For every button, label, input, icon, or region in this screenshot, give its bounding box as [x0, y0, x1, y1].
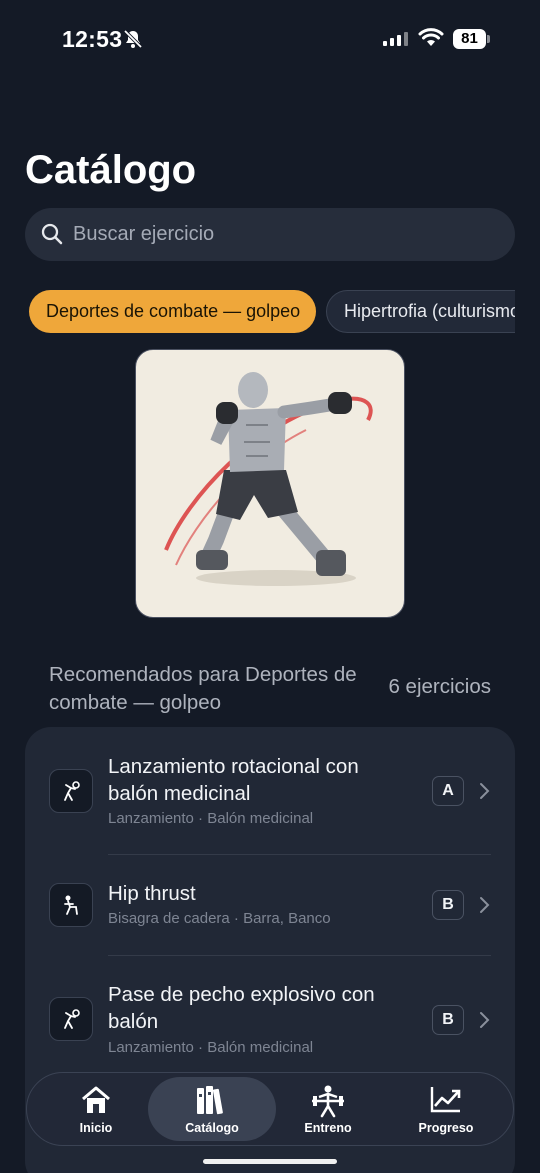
- chevron-right-icon: [478, 782, 490, 805]
- difficulty-badge: B: [432, 890, 464, 920]
- cellular-signal-icon: [383, 32, 408, 46]
- battery-indicator: 81: [453, 29, 490, 49]
- progress-icon: [430, 1087, 461, 1113]
- home-icon: [82, 1086, 110, 1113]
- bell-muted-icon: [123, 29, 143, 54]
- home-indicator[interactable]: [203, 1159, 337, 1164]
- tab-label: Entreno: [304, 1121, 352, 1135]
- exercise-row[interactable]: Pase de pecho explosivo con balón Lanzam…: [25, 956, 515, 1066]
- difficulty-badge: A: [432, 776, 464, 806]
- status-time: 12:53: [62, 26, 123, 52]
- exercise-subtitle: Lanzamiento · Balón medicinal: [108, 810, 314, 827]
- exercise-title: Hip thrust: [108, 882, 196, 905]
- throw-icon: [49, 997, 93, 1041]
- exercise-subtitle: Bisagra de cadera · Barra, Banco: [108, 910, 331, 927]
- category-illustration: [135, 349, 405, 618]
- battery-level: 81: [453, 29, 486, 49]
- exercise-subtitle: Lanzamiento · Balón medicinal: [108, 1039, 314, 1056]
- category-chips: Deportes de combate — golpeo Hipertrofia…: [29, 290, 515, 334]
- workout-icon: [312, 1085, 344, 1118]
- search-input[interactable]: [73, 208, 493, 261]
- tab-entreno[interactable]: Entreno: [273, 1073, 383, 1145]
- category-chip-combat[interactable]: Deportes de combate — golpeo: [29, 290, 316, 333]
- tab-bar: Inicio Catálogo Entreno Progreso: [26, 1072, 514, 1146]
- exercise-row[interactable]: Hip thrust Bisagra de cadera · Barra, Ba…: [25, 855, 515, 955]
- battery-tip: [487, 35, 490, 43]
- search-icon: [41, 223, 63, 250]
- difficulty-badge: B: [432, 1005, 464, 1035]
- exercise-row[interactable]: Lanzamiento rotacional con balón medicin…: [25, 727, 515, 854]
- page-title: Catálogo: [25, 148, 197, 192]
- exercise-title: Lanzamiento rotacional con balón medicin…: [108, 755, 359, 805]
- section-title: Recomendados para Deportes de combate — …: [49, 663, 357, 714]
- exercise-title: Pase de pecho explosivo con balón: [108, 983, 375, 1033]
- wifi-icon: [418, 28, 444, 53]
- tab-label: Catálogo: [185, 1121, 239, 1135]
- search-bar[interactable]: [25, 208, 515, 261]
- tab-progreso[interactable]: Progreso: [391, 1073, 501, 1145]
- category-chip-hypertrophy[interactable]: Hipertrofia (culturismo): [326, 290, 515, 333]
- status-bar: 12:53 81: [0, 0, 540, 80]
- tab-label: Progreso: [418, 1121, 474, 1135]
- tab-catalogo[interactable]: Catálogo: [157, 1073, 267, 1145]
- chevron-right-icon: [478, 896, 490, 919]
- tab-label: Inicio: [79, 1121, 113, 1135]
- exercise-count: 6 ejercicios: [388, 675, 491, 698]
- tab-inicio[interactable]: Inicio: [41, 1073, 151, 1145]
- catalog-icon: [197, 1086, 223, 1115]
- chevron-right-icon: [478, 1011, 490, 1034]
- hip-hinge-icon: [49, 883, 93, 927]
- throw-icon: [49, 769, 93, 813]
